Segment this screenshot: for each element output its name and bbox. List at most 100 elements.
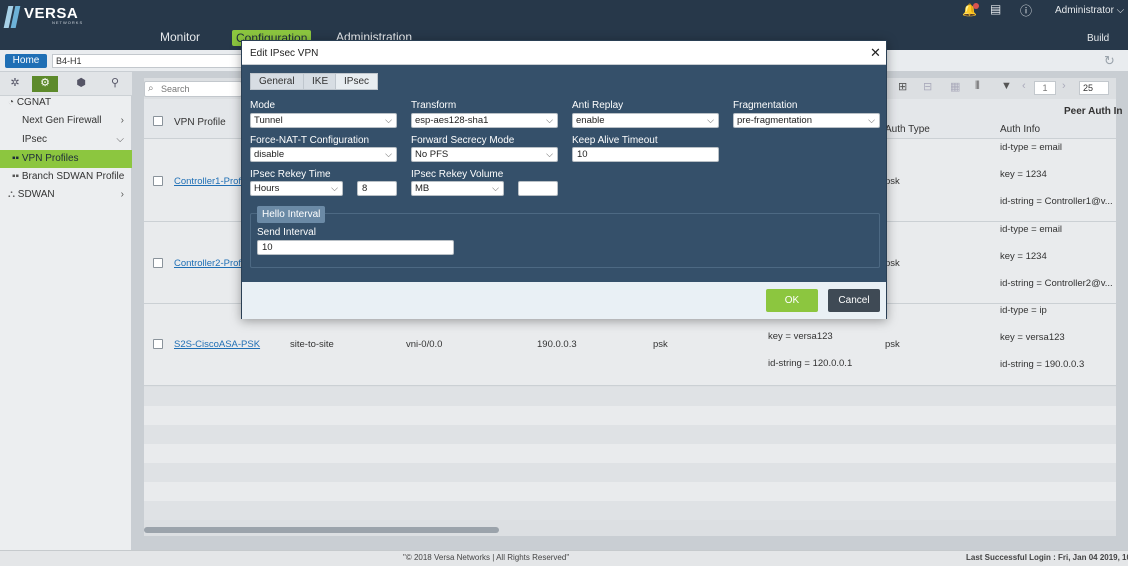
empty-row (144, 482, 1116, 501)
column-auth-info[interactable]: Auth Info (1000, 124, 1040, 135)
rekey-volume-input[interactable] (518, 181, 558, 196)
mode-label: Mode (250, 100, 276, 111)
peer-address: 190.0.0.3 (537, 339, 577, 350)
tab-general[interactable]: General (250, 73, 304, 90)
peer-auth-info: id-string = Controller1@v... (1000, 196, 1113, 207)
page-size-select[interactable]: 25 (1079, 81, 1109, 95)
chevron-right-icon: › (120, 115, 124, 126)
hello-interval-legend: Hello Interval (257, 206, 326, 223)
chevron-down-icon: ⌵ (385, 149, 392, 159)
vpn-profile-link[interactable]: Controller1-Prof (174, 176, 241, 187)
sdwan-icon: ⛬ (8, 189, 18, 200)
peer-auth-info: id-type = email (1000, 142, 1063, 153)
force-nat-t-select[interactable]: disable ⌵ (250, 147, 397, 162)
tab-ipsec[interactable]: IPsec (335, 73, 379, 90)
sidebar-item-sdwan[interactable]: ⛬ SDWAN › (0, 186, 132, 204)
dialog-header: Edit IPsec VPN ✕ (242, 41, 886, 65)
next-page-icon[interactable]: › (1062, 80, 1066, 92)
vpn-profile-link[interactable]: Controller2-Prof (174, 258, 241, 269)
column-vpn-profile[interactable]: VPN Profile (174, 117, 226, 128)
close-icon[interactable]: ✕ (870, 45, 881, 61)
local-auth-info: id-string = 120.0.0.1 (768, 358, 853, 369)
columns-icon[interactable]: ⦀ (975, 80, 980, 93)
search-input[interactable]: Search (144, 81, 242, 97)
peer-auth-type: psk (885, 339, 900, 350)
chevron-down-icon: ⌵ (546, 115, 553, 125)
transform-select[interactable]: esp-aes128-sha1 ⌵ (411, 113, 558, 128)
peer-auth-info: key = versa123 (1000, 332, 1065, 343)
copyright-text: "© 2018 Versa Networks | All Rights Rese… (403, 553, 570, 562)
peer-auth-info: id-string = Controller2@v... (1000, 278, 1113, 289)
refresh-icon[interactable]: ↻ (1104, 53, 1115, 69)
branch-profile-icon: ▪▪ (12, 171, 22, 182)
forward-secrecy-select[interactable]: No PFS ⌵ (411, 147, 558, 162)
network-icon[interactable]: ✲ (2, 76, 28, 92)
notification-badge (973, 3, 979, 9)
sidebar-item-branch-sdwan-profile[interactable]: ▪▪ Branch SDWAN Profile (0, 168, 132, 186)
local-auth-info: key = versa123 (768, 331, 833, 342)
row-checkbox[interactable] (153, 176, 163, 186)
rekey-time-input[interactable]: 8 (357, 181, 397, 196)
row-checkbox[interactable] (153, 339, 163, 349)
local-interface: vni-0/0.0 (406, 339, 443, 350)
chevron-down-icon: ⌵ (707, 115, 714, 125)
anti-replay-label: Anti Replay (572, 100, 624, 111)
horizontal-scrollbar[interactable] (144, 527, 499, 533)
ok-button[interactable]: OK (766, 289, 818, 312)
send-interval-input[interactable]: 10 (257, 240, 454, 255)
document-icon[interactable]: ▤ (990, 2, 1001, 16)
tab-ike[interactable]: IKE (303, 73, 338, 90)
row-checkbox[interactable] (153, 258, 163, 268)
appliance-selector[interactable]: B4-H1 (52, 54, 242, 68)
page-number-input[interactable]: 1 (1034, 81, 1056, 95)
force-nat-t-label: Force-NAT-T Configuration (250, 135, 370, 146)
vpn-profile-link[interactable]: S2S-CiscoASA-PSK (174, 339, 260, 350)
select-all-checkbox[interactable] (153, 116, 163, 126)
peer-auth-info: id-string = 190.0.0.3 (1000, 359, 1085, 370)
chevron-down-icon: ⌵ (868, 115, 875, 125)
nav-monitor[interactable]: Monitor (160, 30, 200, 44)
keep-alive-input[interactable]: 10 (572, 147, 719, 162)
search-icon: ⌕ (148, 83, 154, 94)
sidebar-item-vpn-profiles[interactable]: ▪▪ VPN Profiles (0, 150, 132, 168)
mode-select[interactable]: Tunnel ⌵ (250, 113, 397, 128)
dialog-title: Edit IPsec VPN (250, 48, 319, 59)
sidebar-icon-tabs: ✲ ⚙ ⬢ ⚲ (0, 72, 132, 96)
services-gear-icon[interactable]: ⚙ (32, 76, 58, 92)
empty-row (144, 406, 1116, 425)
column-auth-type[interactable]: Auth Type (885, 124, 930, 135)
delete-icon[interactable]: ⊟ (923, 80, 932, 93)
rekey-time-unit-select[interactable]: Hours ⌵ (250, 181, 343, 196)
anti-replay-select[interactable]: enable ⌵ (572, 113, 719, 128)
others-icon[interactable]: ⚲ (102, 76, 128, 92)
objects-cube-icon[interactable]: ⬢ (68, 76, 94, 92)
sidebar-item-cgnat[interactable]: ◔ CGNAT (0, 94, 132, 112)
chevron-down-icon: ⌵ (492, 183, 499, 193)
peer-auth-info: id-type = email (1000, 224, 1063, 235)
chevron-down-icon: ⌵ (331, 183, 338, 193)
home-button[interactable]: Home (5, 54, 47, 68)
peer-auth-type: psk (885, 176, 900, 187)
rekey-volume-unit-select[interactable]: MB ⌵ (411, 181, 504, 196)
peer-auth-type: psk (885, 258, 900, 269)
sidebar-item-next-gen-firewall[interactable]: Next Gen Firewall › (0, 112, 132, 130)
sidebar-item-ipsec[interactable]: IPsec ⌵ (0, 131, 132, 149)
add-icon[interactable]: ⊞ (898, 80, 907, 93)
vpn-type: site-to-site (290, 339, 334, 350)
clone-icon[interactable]: ▦ (950, 80, 960, 93)
column-group-peer-auth: Peer Auth In (1064, 106, 1123, 117)
forward-secrecy-label: Forward Secrecy Mode (411, 135, 515, 146)
edit-ipsec-vpn-dialog: Edit IPsec VPN ✕ General IKE IPsec Mode … (241, 40, 887, 319)
prev-page-icon[interactable]: ‹ (1022, 80, 1026, 92)
vpn-profile-icon: ▪▪ (12, 153, 22, 164)
send-interval-label: Send Interval (257, 227, 316, 238)
info-icon[interactable]: ⓘ (1020, 2, 1032, 19)
build-link[interactable]: Build (1087, 33, 1109, 44)
user-menu[interactable]: Administrator ⌵ (1055, 5, 1124, 16)
keep-alive-label: Keep Alive Timeout (572, 135, 658, 146)
cgnat-icon: ◔ (8, 97, 17, 108)
rekey-volume-label: IPsec Rekey Volume (411, 169, 504, 180)
cancel-button[interactable]: Cancel (828, 289, 880, 312)
filter-icon[interactable]: ▼ (1001, 80, 1012, 92)
fragmentation-select[interactable]: pre-fragmentation ⌵ (733, 113, 880, 128)
